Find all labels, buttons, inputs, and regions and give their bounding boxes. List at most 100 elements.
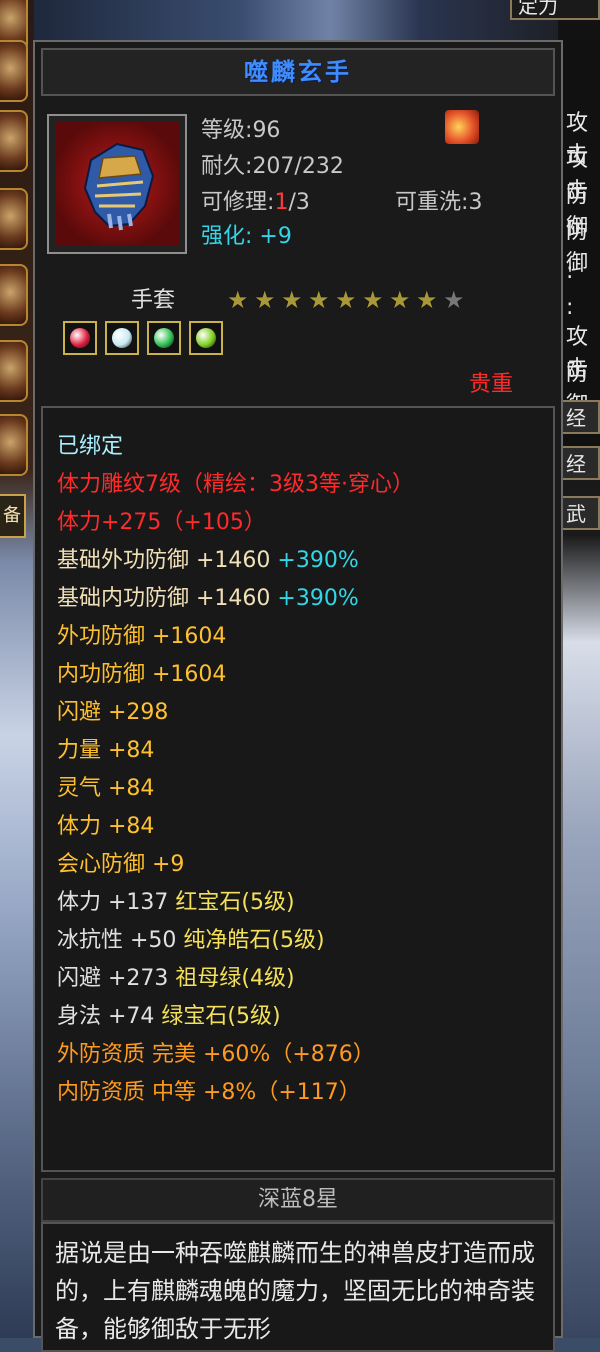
attribute-line: 体力雕纹7级（精绘：3级3等·穿心） <box>57 466 414 498</box>
right-stat-label: : <box>566 259 574 284</box>
attribute-line: 外功防御 +1604 <box>57 618 226 650</box>
attribute-text: 闪避 +273 <box>57 966 176 991</box>
equip-slot-6[interactable] <box>0 340 28 402</box>
gem-slot[interactable] <box>189 321 223 355</box>
attribute-text: 基础外功防御 +1460 <box>57 548 278 573</box>
attribute-line: 外防资质 完美 +60%（+876） <box>57 1036 375 1068</box>
set-label: 深蓝8星 <box>41 1178 555 1222</box>
repair-current: 1 <box>274 190 289 215</box>
enhance-row: 强化: +9 <box>201 224 292 249</box>
item-icon-frame <box>47 114 187 254</box>
item-icon-background <box>55 122 179 246</box>
attribute-text: 外防资质 完美 +60%（+876） <box>57 1042 375 1067</box>
gauntlet-icon <box>83 142 155 231</box>
attribute-text: 内功防御 +1604 <box>57 662 227 687</box>
level-label: 等级 <box>201 118 246 143</box>
enhance-value: +9 <box>259 224 292 249</box>
attribute-line: 基础外功防御 +1460 +390% <box>57 542 359 574</box>
repair-max: /3 <box>288 190 310 215</box>
attribute-line: 身法 +74 绿宝石(5级) <box>57 998 281 1030</box>
attribute-line: 冰抗性 +50 纯净皓石(5级) <box>57 922 325 954</box>
star-lit-icon: ★ <box>254 286 276 314</box>
attribute-line: 内功防御 +1604 <box>57 656 226 688</box>
right-side-button[interactable]: 经 <box>560 400 600 434</box>
attribute-text: 力量 +84 <box>57 738 155 763</box>
level-row: 等级:96 <box>201 118 281 143</box>
attribute-text: 体力 +84 <box>57 814 155 839</box>
enhance-label: 强化 <box>201 224 246 249</box>
right-stat-label: : <box>566 295 574 320</box>
attribute-text: 祖母绿(4级) <box>175 966 295 991</box>
star-lit-icon: ★ <box>362 286 384 314</box>
rewash-value: 3 <box>468 190 483 215</box>
item-type: 手套 <box>131 288 176 313</box>
right-header: 定力 <box>510 0 600 20</box>
flame-buff-icon <box>445 110 479 144</box>
star-lit-icon: ★ <box>227 286 249 314</box>
attribute-text: +390% <box>277 586 359 611</box>
rarity-label: 贵重 <box>469 372 514 397</box>
attribute-line: 闪避 +298 <box>57 694 168 726</box>
item-description: 据说是由一种吞噬麒麟而生的神兽皮打造而成的，上有麒麟魂魄的魔力，坚固无比的神奇装… <box>55 1239 535 1343</box>
attribute-text: 绿宝石(5级) <box>161 1004 281 1029</box>
attribute-line: 基础内功防御 +1460 +390% <box>57 580 359 612</box>
right-side-button[interactable]: 经 <box>560 446 600 480</box>
attribute-text: +390% <box>277 548 359 573</box>
green-gem-icon <box>196 328 216 348</box>
attribute-line: 灵气 +84 <box>57 770 154 802</box>
gem-slot[interactable] <box>147 321 181 355</box>
equip-slot-2[interactable] <box>0 40 28 102</box>
equipment-tab[interactable]: 备 <box>0 494 26 538</box>
attribute-text: 纯净皓石(5级) <box>183 928 325 953</box>
rewash-label: 可重洗 <box>395 190 462 215</box>
attribute-text: 体力+275（+105） <box>57 510 266 535</box>
level-value: 96 <box>252 118 281 143</box>
attribute-text: 内防资质 中等 +8%（+117） <box>57 1080 361 1105</box>
ruby-gem-icon <box>70 328 90 348</box>
attribute-text: 会心防御 +9 <box>57 852 185 877</box>
attribute-line: 体力 +137 红宝石(5级) <box>57 884 295 916</box>
durability-value: 207/232 <box>252 154 344 179</box>
item-tooltip: 噬麟玄手 等级:96 耐久:207/232 可修理:1/3 可重洗:3 强化: … <box>33 40 563 1352</box>
equip-slot-3[interactable] <box>0 110 28 172</box>
star-lit-icon: ★ <box>281 286 303 314</box>
attribute-line: 已绑定 <box>57 428 123 460</box>
repair-label: 可修理 <box>201 190 268 215</box>
star-empty-icon: ★ <box>443 286 465 314</box>
star-lit-icon: ★ <box>308 286 330 314</box>
attribute-line: 体力 +84 <box>57 808 154 840</box>
attribute-text: 体力雕纹7级（精绘：3级3等·穿心） <box>57 472 414 497</box>
attribute-line: 闪避 +273 祖母绿(4级) <box>57 960 295 992</box>
title-bar: 噬麟玄手 <box>41 48 555 96</box>
attribute-text: 体力 +137 <box>57 890 176 915</box>
right-side-button[interactable]: 武 <box>560 496 600 530</box>
attributes-box: 已绑定体力雕纹7级（精绘：3级3等·穿心） 体力+275（+105） 基础外功防御 … <box>41 406 555 1172</box>
star-rating: ★ ★ ★ ★ ★ ★ ★ ★ ★ <box>227 288 470 312</box>
durability-label: 耐久 <box>201 154 246 179</box>
attribute-text: 外功防御 +1604 <box>57 624 227 649</box>
emerald-gem-icon <box>154 328 174 348</box>
attribute-line: 体力+275（+105） <box>57 504 266 536</box>
attribute-text: 红宝石(5级) <box>175 890 295 915</box>
equip-slot-4[interactable] <box>0 188 28 250</box>
equip-slot-7[interactable] <box>0 414 28 476</box>
attribute-text: 冰抗性 +50 <box>57 928 184 953</box>
star-lit-icon: ★ <box>335 286 357 314</box>
attribute-text: 已绑定 <box>57 434 124 459</box>
durability-row: 耐久:207/232 <box>201 154 344 179</box>
item-name: 噬麟玄手 <box>244 58 352 86</box>
attribute-line: 力量 +84 <box>57 732 154 764</box>
repair-row: 可修理:1/3 <box>201 190 310 215</box>
rewash-row: 可重洗:3 <box>395 190 483 215</box>
description-box: 据说是由一种吞噬麒麟而生的神兽皮打造而成的，上有麒麟魂魄的魔力，坚固无比的神奇装… <box>41 1222 555 1352</box>
gem-slot[interactable] <box>105 321 139 355</box>
gem-slot[interactable] <box>63 321 97 355</box>
attribute-text: 闪避 +298 <box>57 700 169 725</box>
equip-slot-5[interactable] <box>0 264 28 326</box>
attribute-line: 会心防御 +9 <box>57 846 184 878</box>
star-lit-icon: ★ <box>416 286 438 314</box>
pure-stone-gem-icon <box>112 328 132 348</box>
attribute-text: 灵气 +84 <box>57 776 155 801</box>
star-lit-icon: ★ <box>389 286 411 314</box>
attribute-text: 身法 +74 <box>57 1004 162 1029</box>
